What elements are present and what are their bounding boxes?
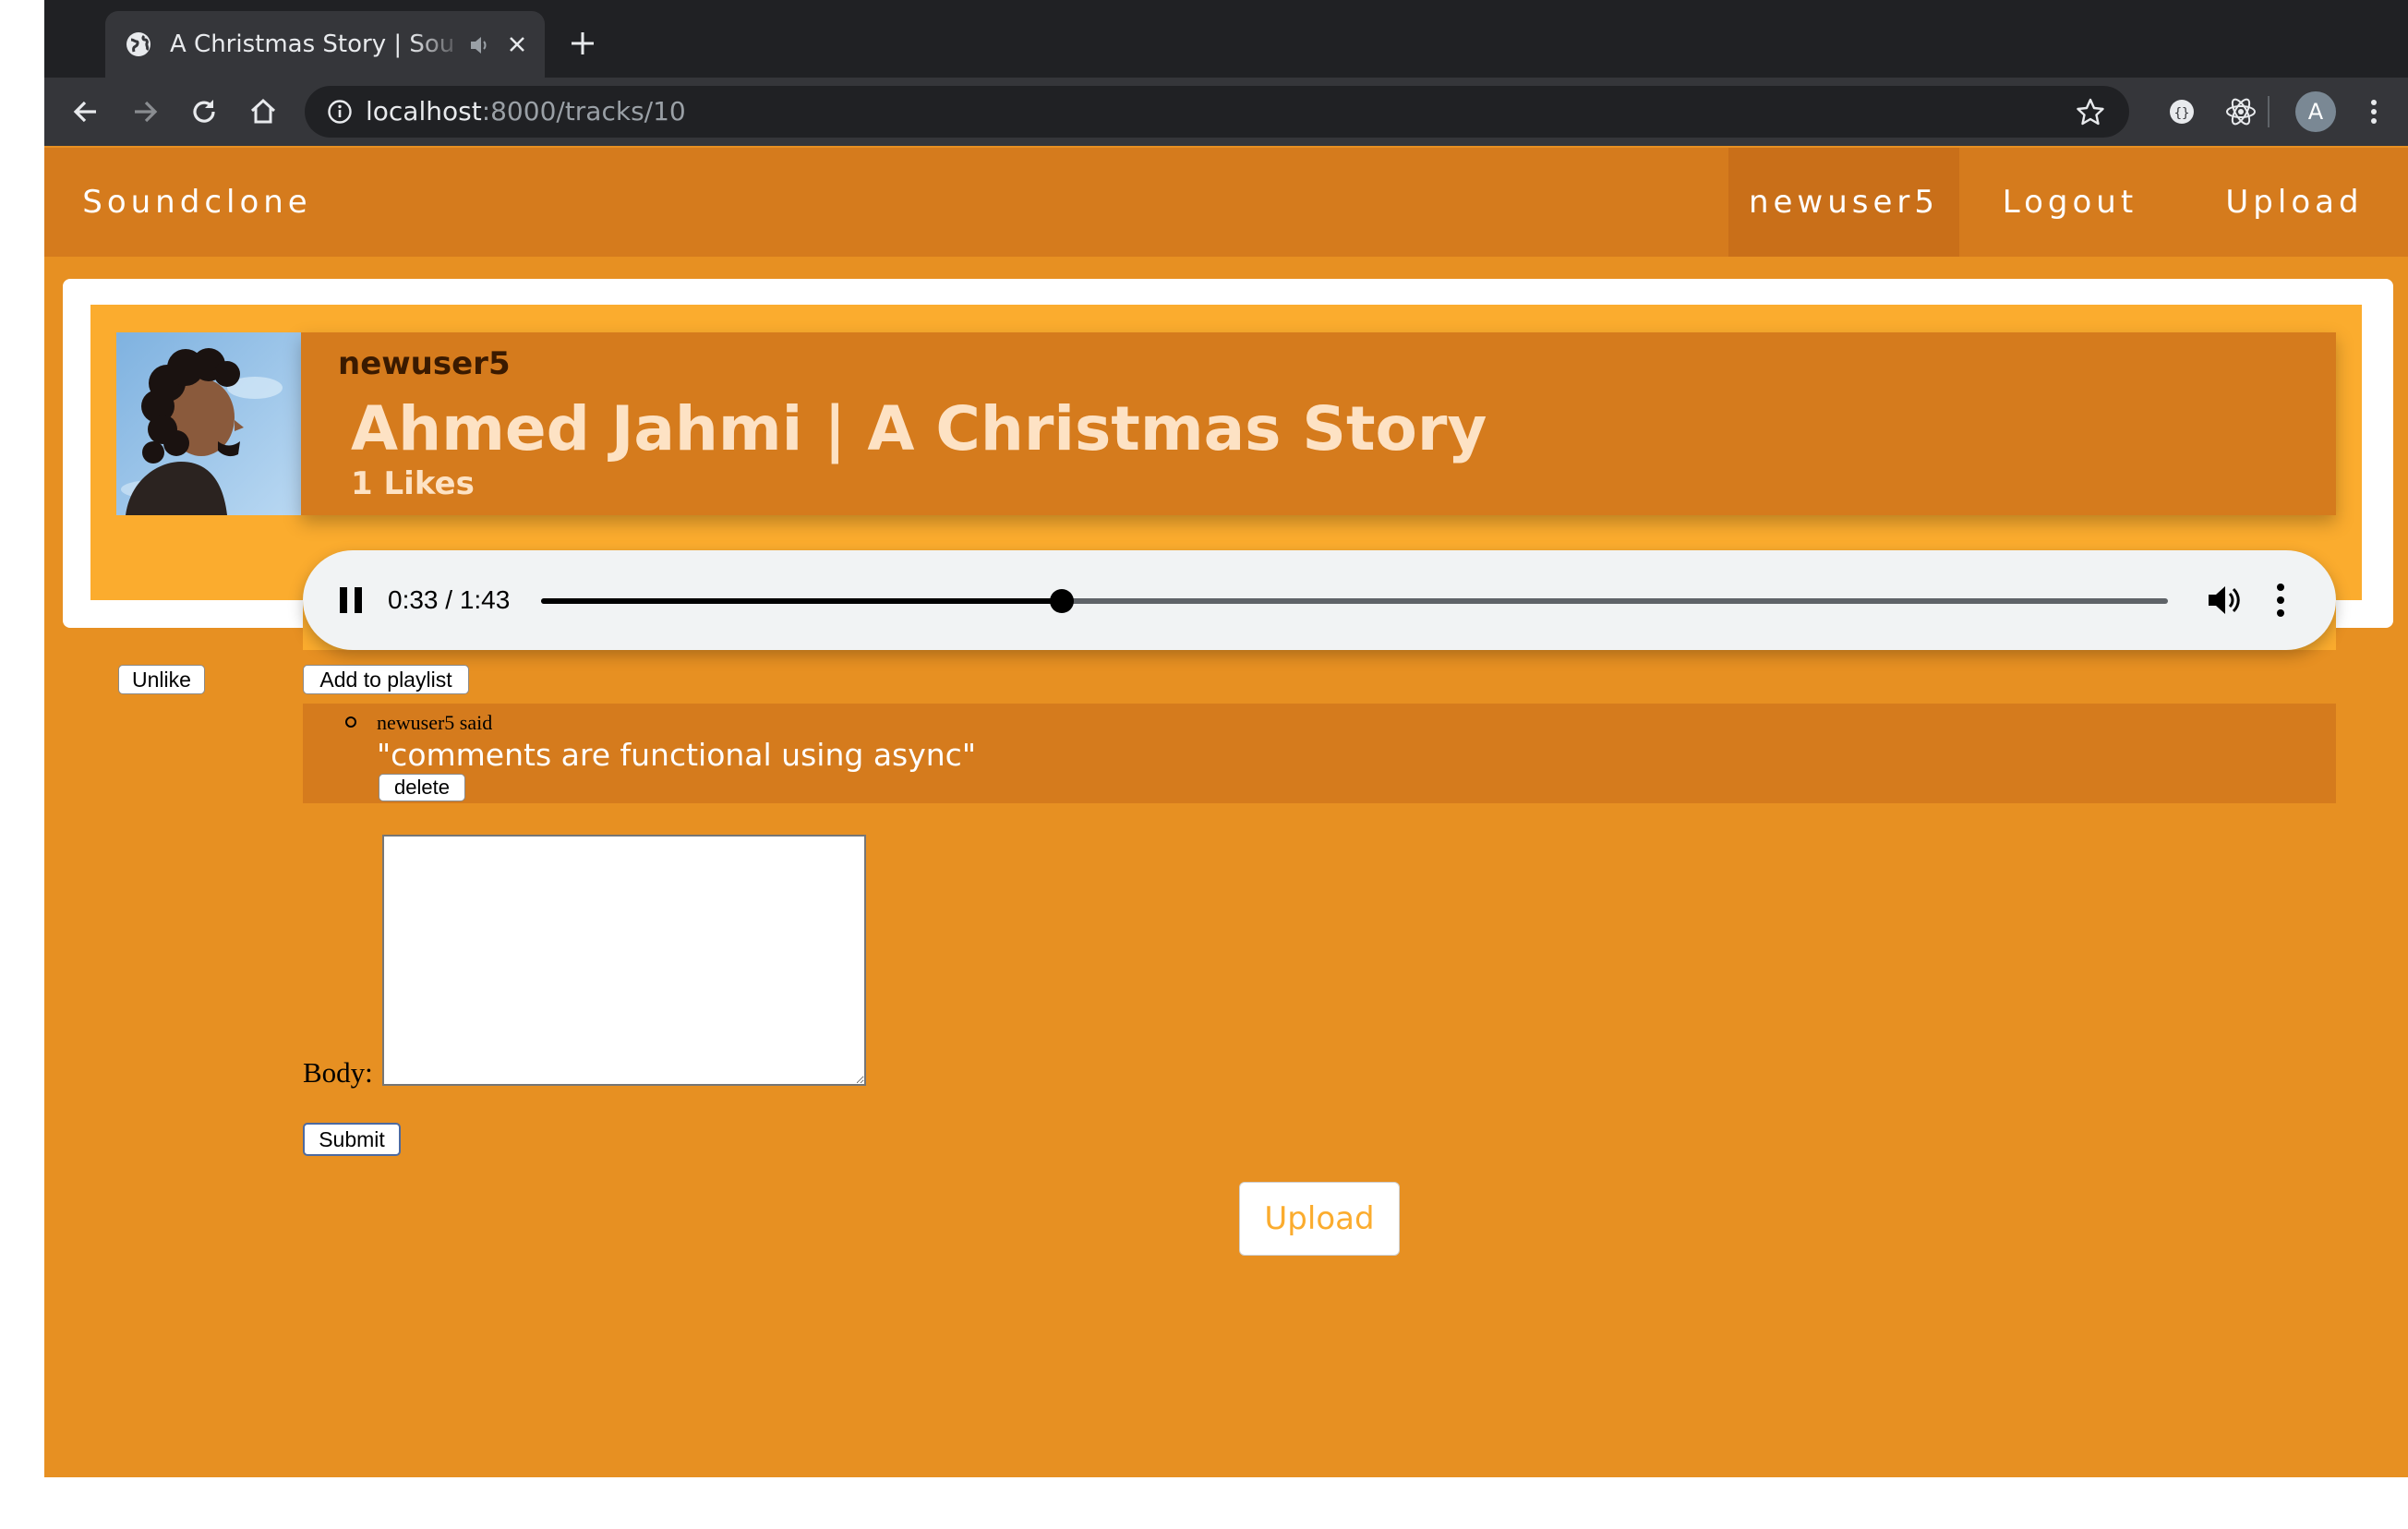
globe-icon <box>126 31 151 57</box>
comment-item: newuser5 said "comments are functional u… <box>303 704 2336 803</box>
audio-player[interactable]: 0:33 / 1:43 <box>303 550 2336 650</box>
close-icon[interactable] <box>504 31 530 57</box>
delete-comment-button[interactable]: delete <box>379 774 465 801</box>
react-icon[interactable] <box>2223 94 2258 129</box>
comment-body-textarea[interactable] <box>382 835 866 1086</box>
brand-link[interactable]: Soundclone <box>48 148 346 257</box>
tab-title-fade <box>410 11 465 78</box>
add-to-playlist-button[interactable]: Add to playlist <box>303 665 469 694</box>
forward-icon[interactable] <box>127 94 163 129</box>
navbar: Soundclone newuser5 Logout Upload <box>44 148 2408 257</box>
toolbar-divider <box>2268 96 2270 127</box>
home-icon[interactable] <box>246 94 281 129</box>
url-path: :8000/tracks/10 <box>481 96 686 126</box>
browser-tab-strip: A Christmas Story | Soundclone <box>44 0 2408 78</box>
plus-icon[interactable] <box>567 28 598 59</box>
upload-button[interactable]: Upload <box>1239 1182 1400 1256</box>
list-bullet <box>345 716 356 728</box>
svg-text:{}: {} <box>2174 106 2190 121</box>
comment-body: "comments are functional using async" <box>377 737 976 773</box>
track-cover-image <box>116 332 301 515</box>
comment-author: newuser5 said <box>377 711 493 734</box>
likes-count: 1 Likes <box>351 465 475 502</box>
back-icon[interactable] <box>68 94 103 129</box>
info-icon[interactable] <box>327 99 353 125</box>
url-host: localhost <box>366 96 482 126</box>
seek-bar[interactable] <box>541 589 2168 613</box>
seek-played <box>541 598 1062 604</box>
avatar[interactable]: A <box>2295 91 2336 132</box>
track-header: newuser5 Ahmed Jahmi | A Christmas Story… <box>301 332 2336 515</box>
nav-user-link[interactable]: newuser5 <box>1728 148 1959 257</box>
submit-button[interactable]: Submit <box>303 1123 401 1156</box>
seek-thumb[interactable] <box>1049 589 1074 613</box>
address-bar[interactable]: localhost:8000/tracks/10 <box>305 86 2129 138</box>
uploader-name[interactable]: newuser5 <box>338 345 511 382</box>
browser-tab[interactable]: A Christmas Story | Soundclone <box>105 11 545 78</box>
nav-logout-link[interactable]: Logout <box>1959 148 2181 257</box>
nav-upload-link[interactable]: Upload <box>2181 148 2408 257</box>
browser-toolbar: localhost:8000/tracks/10 {} A <box>44 78 2408 146</box>
volume-icon[interactable] <box>2205 582 2242 619</box>
extension-icon[interactable]: {} <box>2164 94 2199 129</box>
page: Soundclone newuser5 Logout Upload newuse… <box>44 146 2408 1477</box>
url-text[interactable]: localhost:8000/tracks/10 <box>366 86 686 138</box>
reload-icon[interactable] <box>187 94 222 129</box>
speaker-icon[interactable] <box>467 33 491 57</box>
menu-icon[interactable] <box>2356 94 2391 129</box>
more-vert-icon[interactable] <box>2275 582 2286 619</box>
unlike-button[interactable]: Unlike <box>118 665 205 694</box>
star-icon[interactable] <box>2076 97 2105 126</box>
track-title: Ahmed Jahmi | A Christmas Story <box>351 393 1487 464</box>
pause-icon[interactable] <box>338 585 364 615</box>
body-label: Body: <box>303 1056 373 1089</box>
playback-time: 0:33 / 1:43 <box>388 585 511 614</box>
